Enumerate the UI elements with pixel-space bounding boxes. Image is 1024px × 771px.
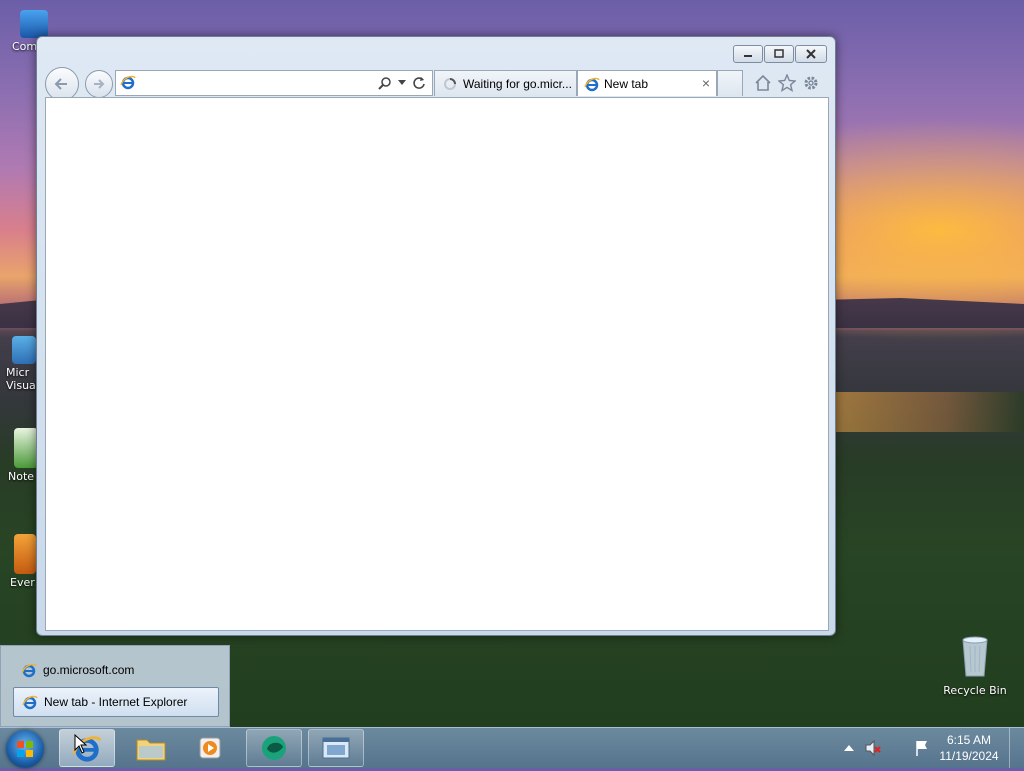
home-icon	[755, 74, 771, 91]
jump-list-item-label: go.microsoft.com	[43, 663, 135, 677]
folder-icon	[136, 739, 166, 761]
taskbar-app-globe[interactable]	[246, 729, 302, 767]
page-content-area[interactable]	[45, 97, 829, 631]
taskbar: 6:15 AM 11/19/2024	[0, 727, 1024, 768]
address-bar[interactable]	[115, 70, 433, 96]
clock-time: 6:15 AM	[946, 733, 992, 747]
refresh-icon[interactable]	[412, 76, 426, 90]
forward-arrow-icon	[94, 79, 105, 89]
visual-studio-shortcut-icon	[12, 336, 36, 364]
computer-icon	[20, 10, 48, 38]
desktop-icon-recycle-bin[interactable]: Recycle Bin	[940, 632, 1010, 697]
tab-new-tab[interactable]: New tab ×	[577, 70, 717, 96]
window-caption-buttons	[733, 45, 827, 63]
ie-icon	[21, 663, 37, 678]
everything-shortcut-icon	[14, 534, 36, 574]
address-input[interactable]	[140, 73, 374, 93]
loading-spinner-icon	[444, 77, 456, 90]
home-button[interactable]	[753, 73, 773, 93]
ie-tab-icon	[584, 77, 600, 91]
taskbar-app-window[interactable]	[308, 729, 364, 767]
search-icon[interactable]	[378, 76, 392, 90]
gear-icon	[804, 76, 818, 90]
back-button[interactable]	[45, 67, 79, 101]
star-icon	[778, 74, 796, 92]
window-app-icon	[322, 737, 350, 759]
tab-label: New tab	[604, 76, 649, 91]
desktop-icon-label: Recycle Bin	[943, 684, 1007, 697]
taskbar-jump-list: go.microsoft.com New tab - Internet Expl…	[0, 645, 230, 727]
favorites-button[interactable]	[777, 73, 797, 93]
show-desktop-button[interactable]	[1009, 728, 1024, 768]
windows-logo-icon	[17, 741, 33, 757]
new-tab-button[interactable]	[717, 70, 743, 96]
ie-page-icon	[120, 75, 136, 90]
taskbar-windows-explorer[interactable]	[123, 729, 179, 767]
internet-explorer-window[interactable]: Waiting for go.micr... New tab ×	[36, 36, 836, 636]
start-button[interactable]	[6, 730, 44, 768]
action-center-flag-icon[interactable]	[914, 739, 930, 757]
close-icon	[806, 49, 816, 59]
minimize-button[interactable]	[733, 45, 763, 63]
clock-date: 11/19/2024	[939, 749, 999, 763]
jump-list-item-label: New tab - Internet Explorer	[44, 695, 188, 709]
ie-icon	[22, 695, 38, 710]
maximize-button[interactable]	[764, 45, 794, 63]
jump-list-item[interactable]: go.microsoft.com	[13, 655, 219, 685]
media-player-icon	[199, 737, 221, 759]
system-clock[interactable]: 6:15 AM 11/19/2024	[934, 732, 1004, 764]
tab-waiting[interactable]: Waiting for go.micr...	[434, 70, 577, 96]
dropdown-arrow-icon[interactable]	[398, 80, 406, 86]
maximize-icon	[774, 49, 784, 58]
volume-muted-icon[interactable]	[864, 739, 882, 757]
mouse-cursor-icon	[74, 734, 88, 754]
minimize-icon	[744, 55, 752, 57]
forward-button[interactable]	[85, 70, 113, 98]
show-hidden-icons-icon[interactable]	[844, 744, 854, 752]
taskbar-media-player[interactable]	[183, 729, 239, 767]
recycle-bin-icon	[962, 636, 988, 677]
notepad-shortcut-icon	[14, 428, 38, 468]
back-arrow-icon	[54, 78, 67, 90]
close-tab-icon[interactable]: ×	[702, 75, 710, 91]
tools-button[interactable]	[801, 73, 821, 93]
tab-label: Waiting for go.micr...	[463, 76, 572, 91]
jump-list-item-selected[interactable]: New tab - Internet Explorer	[13, 687, 219, 717]
globe-app-icon	[262, 736, 286, 760]
close-window-button[interactable]	[795, 45, 827, 63]
